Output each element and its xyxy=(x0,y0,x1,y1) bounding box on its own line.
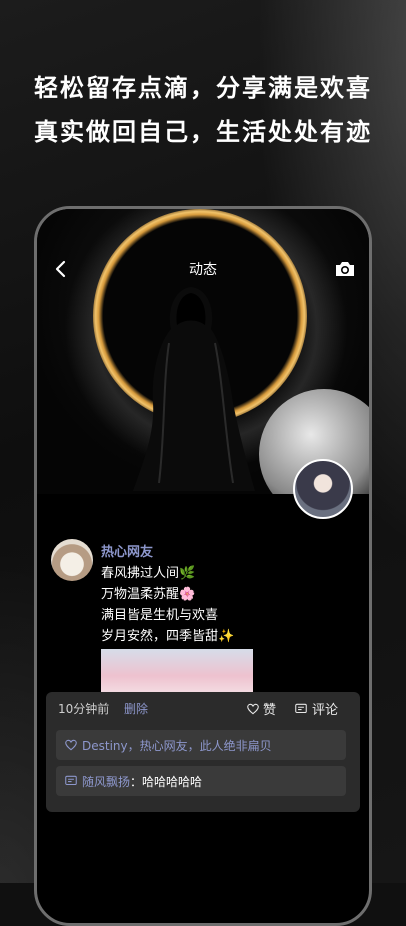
comment-button[interactable]: 评论 xyxy=(294,699,338,718)
likes-list: Destiny，热心网友，此人绝非扁贝 xyxy=(56,730,346,760)
heart-icon xyxy=(247,703,259,714)
post-time: 10分钟前 xyxy=(58,702,110,716)
comment-text: 哈哈哈哈哈 xyxy=(142,774,203,789)
liker-names[interactable]: Destiny，热心网友，此人绝非扁贝 xyxy=(82,737,272,754)
post-meta-row: 10分钟前 删除 赞 评论 xyxy=(46,692,360,724)
headline-line-1: 轻松留存点滴，分享满是欢喜 xyxy=(34,74,372,102)
comment-label: 评论 xyxy=(312,703,339,718)
profile-avatar[interactable] xyxy=(293,459,353,519)
post-line: 岁月安然，四季皆甜✨ xyxy=(101,629,235,644)
post-line: 春风拂过人间🌿 xyxy=(101,566,196,581)
post-author-name[interactable]: 热心网友 xyxy=(101,541,153,560)
headline-line-2: 真实做回自己，生活处处有迹 xyxy=(34,118,372,146)
cover-image xyxy=(37,209,369,494)
post-line: 满目皆是生机与欢喜 xyxy=(101,608,219,623)
phone-frame: 动态 热心网友 春风拂过人间🌿 万物温柔苏醒🌸 满目皆是生机与欢喜 岁月安然，四… xyxy=(34,206,372,926)
comment-author[interactable]: 随风飘扬 xyxy=(82,773,130,790)
comment-icon xyxy=(295,703,307,713)
post-line: 万物温柔苏醒🌸 xyxy=(101,587,196,602)
comment-icon xyxy=(65,775,77,786)
camera-icon[interactable] xyxy=(333,257,357,281)
comment-separator: ： xyxy=(130,774,143,789)
delete-button[interactable]: 删除 xyxy=(124,700,148,717)
heart-icon xyxy=(65,739,77,751)
interaction-panel: 10分钟前 删除 赞 评论 Destiny，热心网友，此人绝非扁贝 随风飘扬 ： xyxy=(46,692,360,812)
like-button[interactable]: 赞 xyxy=(246,699,276,718)
post-author-avatar[interactable] xyxy=(51,539,93,581)
top-bar: 动态 xyxy=(37,257,369,281)
post-body: 春风拂过人间🌿 万物温柔苏醒🌸 满目皆是生机与欢喜 岁月安然，四季皆甜✨ xyxy=(101,563,234,647)
page-title: 动态 xyxy=(189,262,217,278)
hooded-figure xyxy=(133,287,255,491)
comment-item[interactable]: 随风飘扬 ： 哈哈哈哈哈 xyxy=(56,766,346,796)
like-label: 赞 xyxy=(263,703,277,718)
